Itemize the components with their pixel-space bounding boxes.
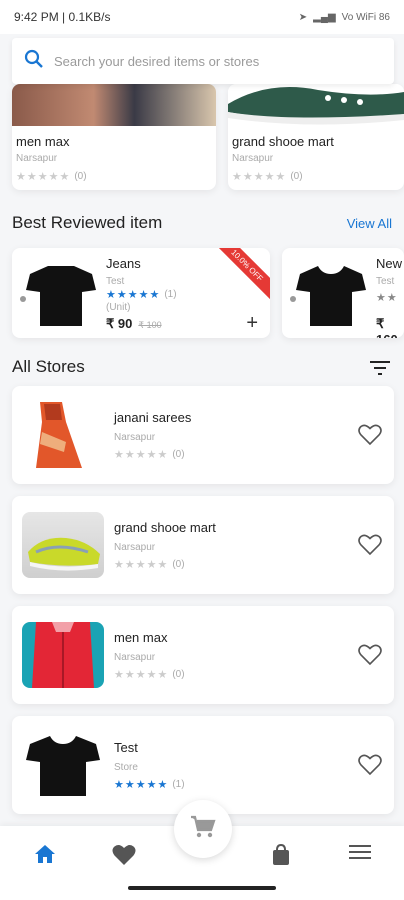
store-image (22, 732, 104, 798)
item-unit: (Unit) (106, 302, 131, 313)
view-all-link[interactable]: View All (347, 216, 392, 231)
rating-stars: ★★★★★ (232, 171, 287, 183)
store-card[interactable]: grand shooe mart Narsapur ★★★★★ (0) (12, 496, 394, 594)
item-price-row: ₹ 90 ₹ 100 (106, 316, 162, 332)
favorite-heart-icon[interactable] (358, 424, 382, 451)
heart-icon[interactable] (112, 844, 136, 871)
status-icons: ➤ ▂▄▆ Vo WiFi 86 (299, 12, 390, 23)
rating-stars: ★★★★★ (114, 779, 169, 791)
top-store-card[interactable]: grand shooe mart Narsapur ★★★★★ (0) (228, 84, 404, 190)
item-store: Test (376, 276, 395, 287)
store-rating: ★★★★★ (0) (114, 558, 185, 571)
store-location: Narsapur (16, 153, 58, 164)
rating-count: (0) (172, 669, 185, 680)
discount-ribbon: 10.0% OFF (209, 248, 270, 303)
gesture-bar (128, 886, 276, 890)
store-location: Narsapur (114, 432, 156, 443)
rating-stars: ★★★★★ (114, 449, 169, 461)
search-icon (24, 49, 44, 74)
store-location: Narsapur (232, 153, 274, 164)
store-image (22, 622, 104, 688)
store-location: Narsapur (114, 652, 156, 663)
item-store: Test (106, 276, 125, 287)
status-time: 9:42 PM | 0.1KB/s (14, 10, 111, 24)
favorite-heart-icon[interactable] (358, 754, 382, 781)
store-rating: ★★★★★ (0) (12, 164, 216, 183)
store-card[interactable]: janani sarees Narsapur ★★★★★ (0) (12, 386, 394, 484)
status-bar: 9:42 PM | 0.1KB/s ➤ ▂▄▆ Vo WiFi 86 (0, 0, 404, 34)
item-price: ₹ 90 (106, 316, 133, 331)
reviewed-item-card[interactable]: New Test ★★ ₹ 160 (282, 248, 404, 338)
home-icon[interactable] (34, 844, 56, 869)
bag-icon[interactable] (272, 843, 290, 871)
section-title-best-reviewed: Best Reviewed item (12, 213, 163, 232)
rating-stars: ★★★★★ (114, 559, 169, 571)
cart-button[interactable] (174, 800, 232, 858)
store-name: men max (16, 134, 70, 149)
rating-count: (0) (172, 559, 185, 570)
store-location: Store (114, 762, 138, 773)
reviewed-item-card[interactable]: Jeans Test ★★★★★ (1) (Unit) ₹ 90 ₹ 100 +… (12, 248, 270, 338)
rating-count: (0) (74, 171, 87, 182)
search-input[interactable]: Search your desired items or stores (54, 54, 259, 69)
store-rating: ★★★★★ (0) (114, 668, 185, 681)
store-name: grand shooe mart (114, 520, 216, 535)
rating-count: (1) (172, 779, 185, 790)
store-name: Test (114, 740, 138, 755)
store-name: janani sarees (114, 410, 192, 425)
status-network: Vo WiFi 86 (341, 11, 390, 23)
item-name: New (376, 256, 403, 271)
store-rating: ★★★★★ (0) (228, 164, 404, 183)
store-image (22, 512, 104, 578)
tshirt-image (26, 264, 96, 333)
filter-icon[interactable] (370, 360, 390, 381)
rating-stars: ★★★★★ (114, 669, 169, 681)
tshirt-image (296, 264, 366, 333)
rating-count: (0) (290, 171, 303, 182)
menu-icon[interactable] (349, 844, 371, 865)
rating-count: (0) (172, 449, 185, 460)
item-name: Jeans (106, 256, 141, 271)
store-image (22, 402, 104, 468)
cart-icon (190, 815, 216, 844)
top-store-card[interactable]: men max Narsapur ★★★★★ (0) (12, 84, 216, 190)
store-image (12, 84, 216, 126)
add-icon[interactable]: + (246, 312, 258, 335)
store-image (228, 84, 404, 126)
rating-count: (1) (164, 289, 177, 300)
rating-stars: ★★★★★ (16, 171, 71, 183)
item-rating: ★★★★★ (1) (106, 288, 177, 301)
store-rating: ★★★★★ (1) (114, 778, 185, 791)
favorite-heart-icon[interactable] (358, 644, 382, 671)
store-card[interactable]: men max Narsapur ★★★★★ (0) (12, 606, 394, 704)
item-price: ₹ 160 (376, 316, 398, 338)
location-icon: ➤ (298, 11, 308, 23)
item-rating: ★★ (376, 288, 398, 306)
favorite-heart-icon[interactable] (358, 534, 382, 561)
store-name: grand shooe mart (232, 134, 334, 149)
signal-icon: ▂▄▆ (313, 11, 336, 23)
search-bar[interactable]: Search your desired items or stores (12, 38, 394, 84)
rating-stars: ★★ (376, 292, 398, 304)
item-old-price: ₹ 100 (138, 320, 162, 330)
store-rating: ★★★★★ (0) (114, 448, 185, 461)
store-location: Narsapur (114, 542, 156, 553)
store-name: men max (114, 630, 168, 645)
section-title-all-stores: All Stores (12, 357, 85, 376)
rating-stars: ★★★★★ (106, 289, 161, 301)
